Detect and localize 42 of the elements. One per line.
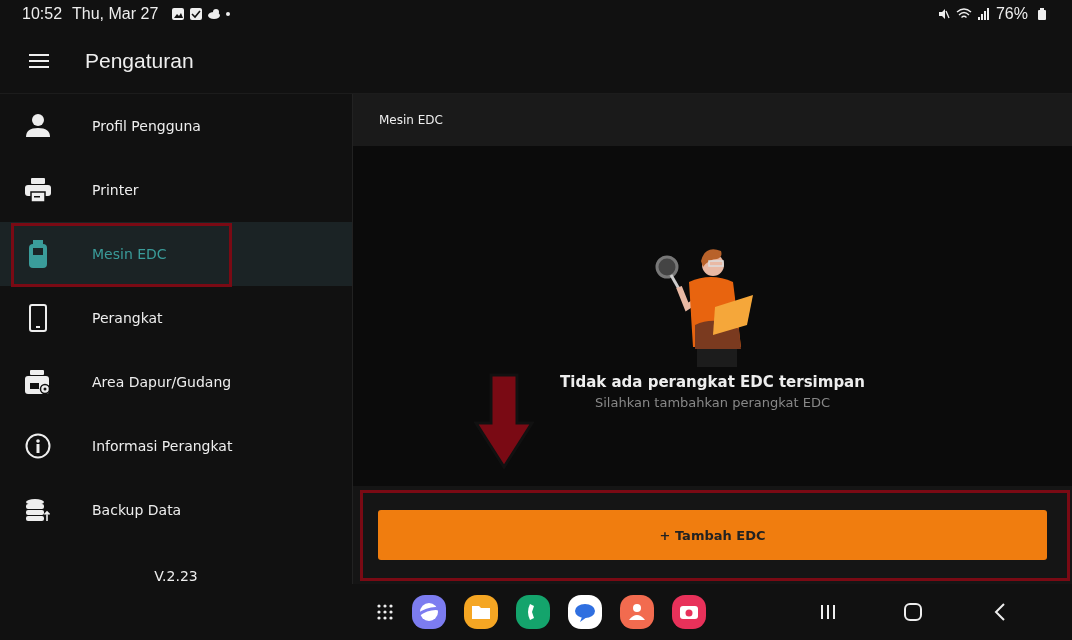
card-terminal-icon [29, 240, 47, 269]
battery-icon [1038, 7, 1046, 20]
menu-icon[interactable] [29, 53, 49, 68]
empty-state-subtitle: Silahkan tambahkan perangkat EDC [595, 395, 830, 411]
checkbox-icon [190, 7, 203, 20]
recent-apps-icon[interactable] [820, 604, 836, 621]
sidebar-item[interactable]: Mesin EDC [0, 222, 352, 287]
sidebar-item[interactable]: Profil Pengguna [0, 94, 352, 159]
sidebar-item[interactable]: Printer [0, 158, 352, 223]
wifi-icon [955, 7, 972, 20]
folder-app-icon[interactable] [464, 595, 498, 630]
browser-app-icon[interactable] [412, 595, 446, 630]
phone-icon [29, 304, 47, 333]
sidebar-item[interactable]: Area Dapur/Gudang [0, 350, 352, 415]
battery-percent: 76% [995, 4, 1028, 23]
database-upload-icon [26, 499, 50, 522]
image-icon [172, 7, 185, 20]
status-date: Thu, Mar 27 [72, 4, 159, 23]
dot-icon [226, 11, 231, 16]
add-edc-button[interactable]: + Tambah EDC [378, 510, 1047, 561]
mute-icon [937, 7, 950, 20]
phone-app-icon[interactable] [516, 595, 550, 630]
weather-icon [208, 8, 221, 19]
version-label: V.2.23 [154, 568, 198, 585]
content-title: Mesin EDC [379, 113, 443, 128]
user-icon [25, 113, 51, 140]
printer-gear-icon [25, 369, 51, 396]
empty-state-title: Tidak ada perangkat EDC tersimpan [560, 373, 865, 392]
home-icon[interactable] [904, 603, 922, 622]
printer-icon [25, 177, 51, 204]
page-title: Pengaturan [85, 48, 194, 73]
sidebar-item[interactable]: Backup Data [0, 478, 352, 543]
sidebar-item[interactable]: Perangkat [0, 286, 352, 351]
status-time: 10:52 [22, 4, 63, 23]
contacts-app-icon[interactable] [620, 595, 654, 630]
info-icon [25, 433, 51, 460]
chat-app-icon[interactable] [568, 595, 602, 630]
sidebar-item[interactable]: Informasi Perangkat [0, 414, 352, 479]
back-icon[interactable] [994, 603, 1006, 622]
camera-app-icon[interactable] [672, 595, 706, 630]
app-grid-icon[interactable] [376, 603, 394, 622]
signal-icon [977, 7, 990, 20]
